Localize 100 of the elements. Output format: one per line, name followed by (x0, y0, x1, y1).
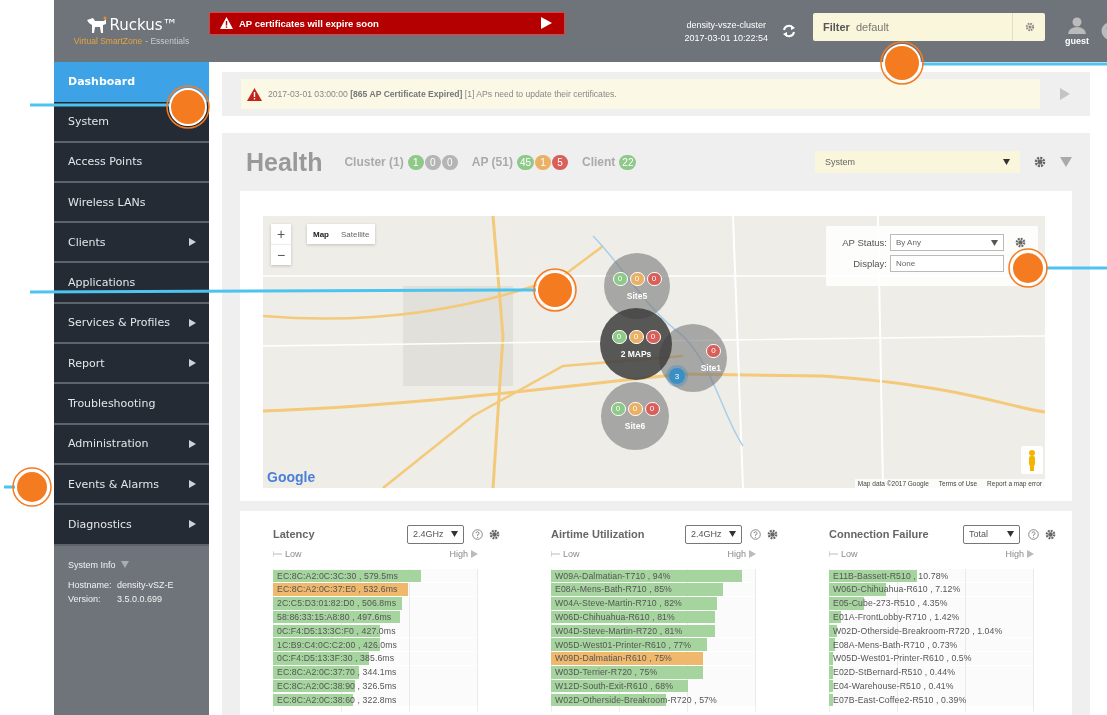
caret-icon (991, 239, 998, 246)
bar-label: E11B-Bassett-R510 , 10.78% (832, 570, 949, 581)
high-label: High (449, 549, 468, 559)
ap-status-select[interactable]: By Any (890, 234, 1004, 251)
stat-label: AP (51) (471, 155, 513, 169)
bar-label: E02D-StBernard-R510 , 0.44% (832, 667, 955, 678)
arrow-left-icon (273, 551, 282, 557)
widget-title: Airtime Utilization (551, 528, 646, 540)
widget-title: Latency (273, 528, 316, 540)
bar-label: W12D-South-Exit-R610 , 68% (554, 681, 673, 691)
info-label: Version: (68, 593, 102, 604)
caret-icon (451, 531, 458, 537)
bar-label: W06D-Chihuahua-R610 , 81% (554, 612, 675, 623)
warning-icon (220, 17, 233, 29)
help-icon[interactable] (750, 528, 761, 540)
play-icon (471, 550, 478, 558)
dog-logo-icon (85, 16, 108, 34)
bar-label: 0C:F4:D5:13:3F:30 , 385.6ms (276, 653, 395, 664)
bar-label: W05D-West01-Printer-R610 , 77% (554, 639, 692, 650)
cluster-label: Site6 (624, 420, 646, 431)
bar-label: EC:8C:A2:0C:37:70 , 344.1ms (276, 667, 397, 678)
cluster-bubble[interactable]: 0 0 0 Site6 (601, 382, 669, 450)
map-type-tab[interactable]: Satellite (335, 224, 376, 244)
count-badge: 0 (424, 154, 441, 170)
bar-label: E08A-Mens-Bath-R710 , 85% (554, 584, 672, 595)
count-badge: 22 (619, 154, 637, 170)
person-icon[interactable] (1021, 446, 1043, 474)
bar-label: EC:8C:A2:0C:3C:30 , 579.5ms (276, 570, 398, 581)
bar-label: W09A-Dalmatian-T710 , 94% (554, 570, 671, 581)
bar-label: W02D-Otherside-Breakroom-R720 , 1.04% (832, 625, 1003, 636)
callout-marker (4, 467, 52, 507)
bar-label: W03D-Terrier-R720 , 75% (554, 667, 658, 678)
collapse-icon[interactable] (1060, 157, 1072, 167)
settings-icon[interactable] (767, 528, 778, 540)
zoom-out-button[interactable]: − (271, 245, 291, 265)
help-icon[interactable] (472, 528, 483, 540)
settings-icon[interactable] (1015, 237, 1026, 248)
product-edition: - Essentials (145, 36, 190, 46)
refresh-icon[interactable] (782, 24, 796, 38)
warning-icon (247, 87, 262, 101)
filter-field[interactable]: Filter default (813, 13, 1045, 41)
bar-label: 2C:C5:D3:01:82:D0 , 506.8ms (276, 598, 397, 609)
brand-name: Ruckus™ (109, 16, 178, 34)
count-badge: 45 (516, 154, 534, 170)
info-value: density-vSZ-E (117, 579, 174, 590)
ap-status-label: AP Status: (841, 237, 887, 248)
count-badge: 5 (552, 154, 568, 170)
help-icon[interactable] (1028, 528, 1039, 540)
count-badge: 0 (441, 154, 458, 170)
band-select[interactable]: 2.4GHz (407, 524, 464, 544)
bar-label: 1C:B9:C4:0C:C2:00 , 426.0ms (276, 639, 398, 650)
bar-label: E07B-East-Coffee2-R510 , 0.39% (832, 694, 967, 705)
settings-icon[interactable] (489, 528, 500, 540)
band-select[interactable]: 2.4GHz (685, 524, 742, 544)
bar-label: W04D-Steve-Martin-R720 , 81% (554, 625, 683, 636)
low-label: Low (563, 549, 580, 559)
info-label: Hostname: (68, 579, 113, 590)
zoom-in-button[interactable]: + (271, 224, 291, 244)
product-name: Virtual SmartZone (73, 36, 143, 46)
map-type-tab[interactable]: Map (307, 224, 335, 244)
scope-select[interactable]: System (815, 151, 1020, 173)
bar-label: W04A-Steve-Martin-R710 , 82% (554, 598, 682, 609)
caret-icon (1003, 159, 1010, 165)
play-icon[interactable] (1060, 88, 1070, 100)
bar-label: E04-Warehouse-R510 , 0.41% (832, 681, 954, 691)
info-value: 3.5.0.0.699 (117, 593, 163, 604)
count-badge: 0 (628, 329, 644, 344)
count-badge: 1 (535, 154, 551, 170)
count-badge: 1 (407, 154, 424, 170)
alert-banner[interactable]: AP certificates will expire soon (209, 11, 565, 35)
settings-icon[interactable] (1034, 156, 1046, 168)
bar-label: E01A-FrontLobby-R710 , 1.42% (832, 612, 960, 623)
count-badge: 0 (645, 329, 661, 344)
display-label: Display: (852, 258, 887, 269)
health-title: Health (246, 147, 323, 177)
band-select[interactable]: Total (963, 524, 1020, 544)
cluster-label: Site5 (626, 290, 648, 301)
display-select[interactable]: None (890, 255, 1004, 272)
play-icon (749, 550, 756, 558)
play-icon (1027, 550, 1034, 558)
bar-label: EC:8C:A2:0C:38:90 , 326.5ms (276, 681, 397, 691)
event-message: 2017-03-01 03:00:00 [865 AP Certificate Expired] [1] APs need to update their certificates. (268, 89, 617, 99)
bar-label: EC:8C:A2:0C:37:E0 , 532.6ms (276, 584, 398, 595)
user-icon[interactable] (1068, 16, 1086, 34)
caret-icon (729, 531, 736, 537)
settings-icon[interactable] (1045, 528, 1056, 540)
low-label: Low (841, 549, 858, 559)
widget-title: Connection Failure (829, 528, 930, 540)
caret-icon (1007, 531, 1014, 537)
high-label: High (1005, 549, 1024, 559)
cluster-label: Site1 (700, 362, 721, 373)
stat-label: Client (582, 155, 616, 169)
system-info-title[interactable]: System Info (68, 559, 116, 570)
settings-icon[interactable] (1025, 22, 1035, 32)
map-logo: Google (267, 469, 316, 485)
cluster-label: 2 MAPs (620, 348, 652, 359)
arrow-left-icon (551, 551, 560, 557)
caret-icon[interactable] (120, 561, 129, 569)
user-name[interactable]: guest (1065, 35, 1089, 46)
bar-label: E08A-Mens-Bath-R710 , 0.73% (832, 639, 958, 650)
